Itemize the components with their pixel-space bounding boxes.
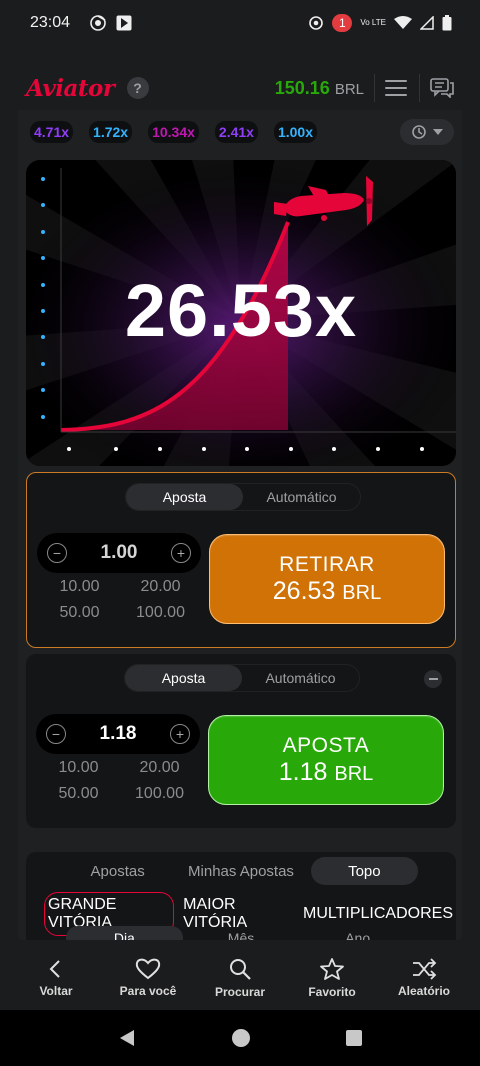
bet-panel-1: Aposta Automático − 1.00 + 10.00 20.00 5… <box>26 472 456 648</box>
shuffle-icon <box>413 958 437 980</box>
nav-label: Aleatório <box>397 984 450 998</box>
increase-stake-button[interactable]: + <box>171 543 191 563</box>
quick-stake-button[interactable]: 50.00 <box>42 784 115 804</box>
tab-apostas[interactable]: Apostas <box>64 857 171 885</box>
remove-panel-button[interactable] <box>424 670 442 688</box>
nav-label: Para você <box>119 984 177 998</box>
heart-icon <box>135 958 161 980</box>
wifi-icon <box>394 16 412 30</box>
notification-badge: 1 <box>332 14 353 32</box>
balance-amount: 150.16 <box>274 77 330 98</box>
nav-para-voce[interactable]: Para você <box>103 946 193 1010</box>
quick-stake-button[interactable]: 50.00 <box>43 603 116 623</box>
quick-stake-button[interactable]: 20.00 <box>124 577 197 597</box>
quick-stake-button[interactable]: 100.00 <box>124 603 197 623</box>
tab-topo[interactable]: Topo <box>310 857 418 885</box>
increase-stake-button[interactable]: + <box>170 724 190 744</box>
history-toggle-button[interactable] <box>400 119 454 145</box>
help-button[interactable]: ? <box>126 77 149 99</box>
cashout-label: RETIRAR <box>279 552 375 576</box>
tab-aposta[interactable]: Aposta <box>125 665 242 691</box>
decrease-stake-button[interactable]: − <box>46 724 66 744</box>
stake-stepper: − 1.18 + <box>36 714 200 754</box>
history-multiplier[interactable]: 2.41x <box>214 121 258 143</box>
nav-label: Procurar <box>214 985 266 999</box>
quick-stake-button[interactable]: 100.00 <box>123 784 196 804</box>
chat-icon[interactable] <box>430 78 454 98</box>
aviator-logo: Aviator <box>26 74 115 102</box>
current-multiplier: 26.53x <box>124 269 358 352</box>
tab-aposta[interactable]: Aposta <box>126 484 243 510</box>
stake-stepper: − 1.00 + <box>37 533 201 573</box>
battery-icon <box>442 15 452 31</box>
menu-icon[interactable] <box>385 80 407 96</box>
home-circle-icon[interactable] <box>231 1028 251 1048</box>
star-icon <box>320 958 344 980</box>
stake-value[interactable]: 1.00 <box>67 542 171 564</box>
balance-currency: BRL <box>334 80 364 98</box>
quick-stake-button[interactable]: 10.00 <box>43 577 116 597</box>
quick-stake-button[interactable]: 10.00 <box>42 758 115 778</box>
game-header: Aviator ? 150.16 BRL <box>18 66 462 110</box>
history-icon <box>412 125 426 139</box>
chrome-icon <box>90 15 106 31</box>
divider <box>419 74 420 102</box>
system-navigation <box>0 1010 480 1066</box>
bet-mode-tabs: Aposta Automático <box>124 664 360 692</box>
stake-value[interactable]: 1.18 <box>66 723 170 745</box>
tab-automatico[interactable]: Automático <box>243 484 360 510</box>
nav-label: Voltar <box>39 984 73 998</box>
category-multiplicadores[interactable]: MULTIPLICADORES <box>300 902 456 926</box>
quick-stake-button[interactable]: 20.00 <box>123 758 196 778</box>
tab-minhas-apostas[interactable]: Minhas Apostas <box>171 857 310 885</box>
tab-mes[interactable]: Mês <box>183 926 300 940</box>
divider <box>374 74 375 102</box>
history-multiplier[interactable]: 10.34x <box>148 121 199 143</box>
history-multiplier[interactable]: 4.71x <box>30 121 74 143</box>
bets-section: Apostas Minhas Apostas Topo GRANDE VITÓR… <box>26 852 456 940</box>
bet-amount: 1.18 BRL <box>278 757 374 786</box>
location-icon <box>308 15 324 31</box>
period-tabs: Dia Mês Ano <box>66 926 416 940</box>
nav-voltar[interactable]: Voltar <box>11 946 101 1010</box>
nav-label: Favorito <box>308 985 356 999</box>
game-canvas: 26.53x <box>26 160 456 466</box>
balance: 150.16 BRL <box>275 78 364 99</box>
nav-favorito[interactable]: Favorito <box>287 946 377 1010</box>
bet-mode-tabs: Aposta Automático <box>125 483 361 511</box>
play-store-icon <box>116 15 132 31</box>
tab-automatico[interactable]: Automático <box>242 665 359 691</box>
decrease-stake-button[interactable]: − <box>47 543 67 563</box>
quick-stakes: 10.00 20.00 50.00 100.00 <box>43 577 197 623</box>
tab-ano[interactable]: Ano <box>299 926 416 940</box>
search-icon <box>230 959 251 980</box>
status-bar: 23:04 1 Vo LTE <box>0 0 480 46</box>
history-multiplier[interactable]: 1.72x <box>89 121 133 143</box>
chevron-down-icon <box>433 129 443 135</box>
quick-stakes: 10.00 20.00 50.00 100.00 <box>42 758 196 804</box>
back-triangle-icon[interactable] <box>117 1028 137 1048</box>
back-chevron-icon <box>49 960 60 978</box>
aviator-game: Aviator ? 150.16 BRL 4.71x 1.72x 10.34x … <box>18 66 462 940</box>
place-bet-button[interactable]: APOSTA 1.18 BRL <box>208 715 444 805</box>
recents-square-icon[interactable] <box>345 1029 363 1047</box>
history-multiplier[interactable]: 1.00x <box>273 121 318 143</box>
signal-icon <box>420 16 434 30</box>
nav-procurar[interactable]: Procurar <box>195 946 285 1010</box>
bets-tabs: Apostas Minhas Apostas Topo <box>64 857 418 885</box>
multiplier-history: 4.71x 1.72x 10.34x 2.41x 1.00x <box>18 110 462 154</box>
cashout-amount: 26.53 BRL <box>272 576 382 605</box>
nav-aleatorio[interactable]: Aleatório <box>379 946 469 1010</box>
cashout-button[interactable]: RETIRAR 26.53 BRL <box>209 534 445 624</box>
volte-icon: Vo LTE <box>360 18 386 27</box>
tab-dia[interactable]: Dia <box>66 926 183 940</box>
bet-label: APOSTA <box>282 733 370 757</box>
clock: 23:04 <box>30 14 71 31</box>
bet-panel-2: Aposta Automático − 1.18 + 10.00 20.00 5… <box>26 654 456 828</box>
bottom-navigation: Voltar Para você Procurar Favorito Aleat… <box>0 946 480 1010</box>
